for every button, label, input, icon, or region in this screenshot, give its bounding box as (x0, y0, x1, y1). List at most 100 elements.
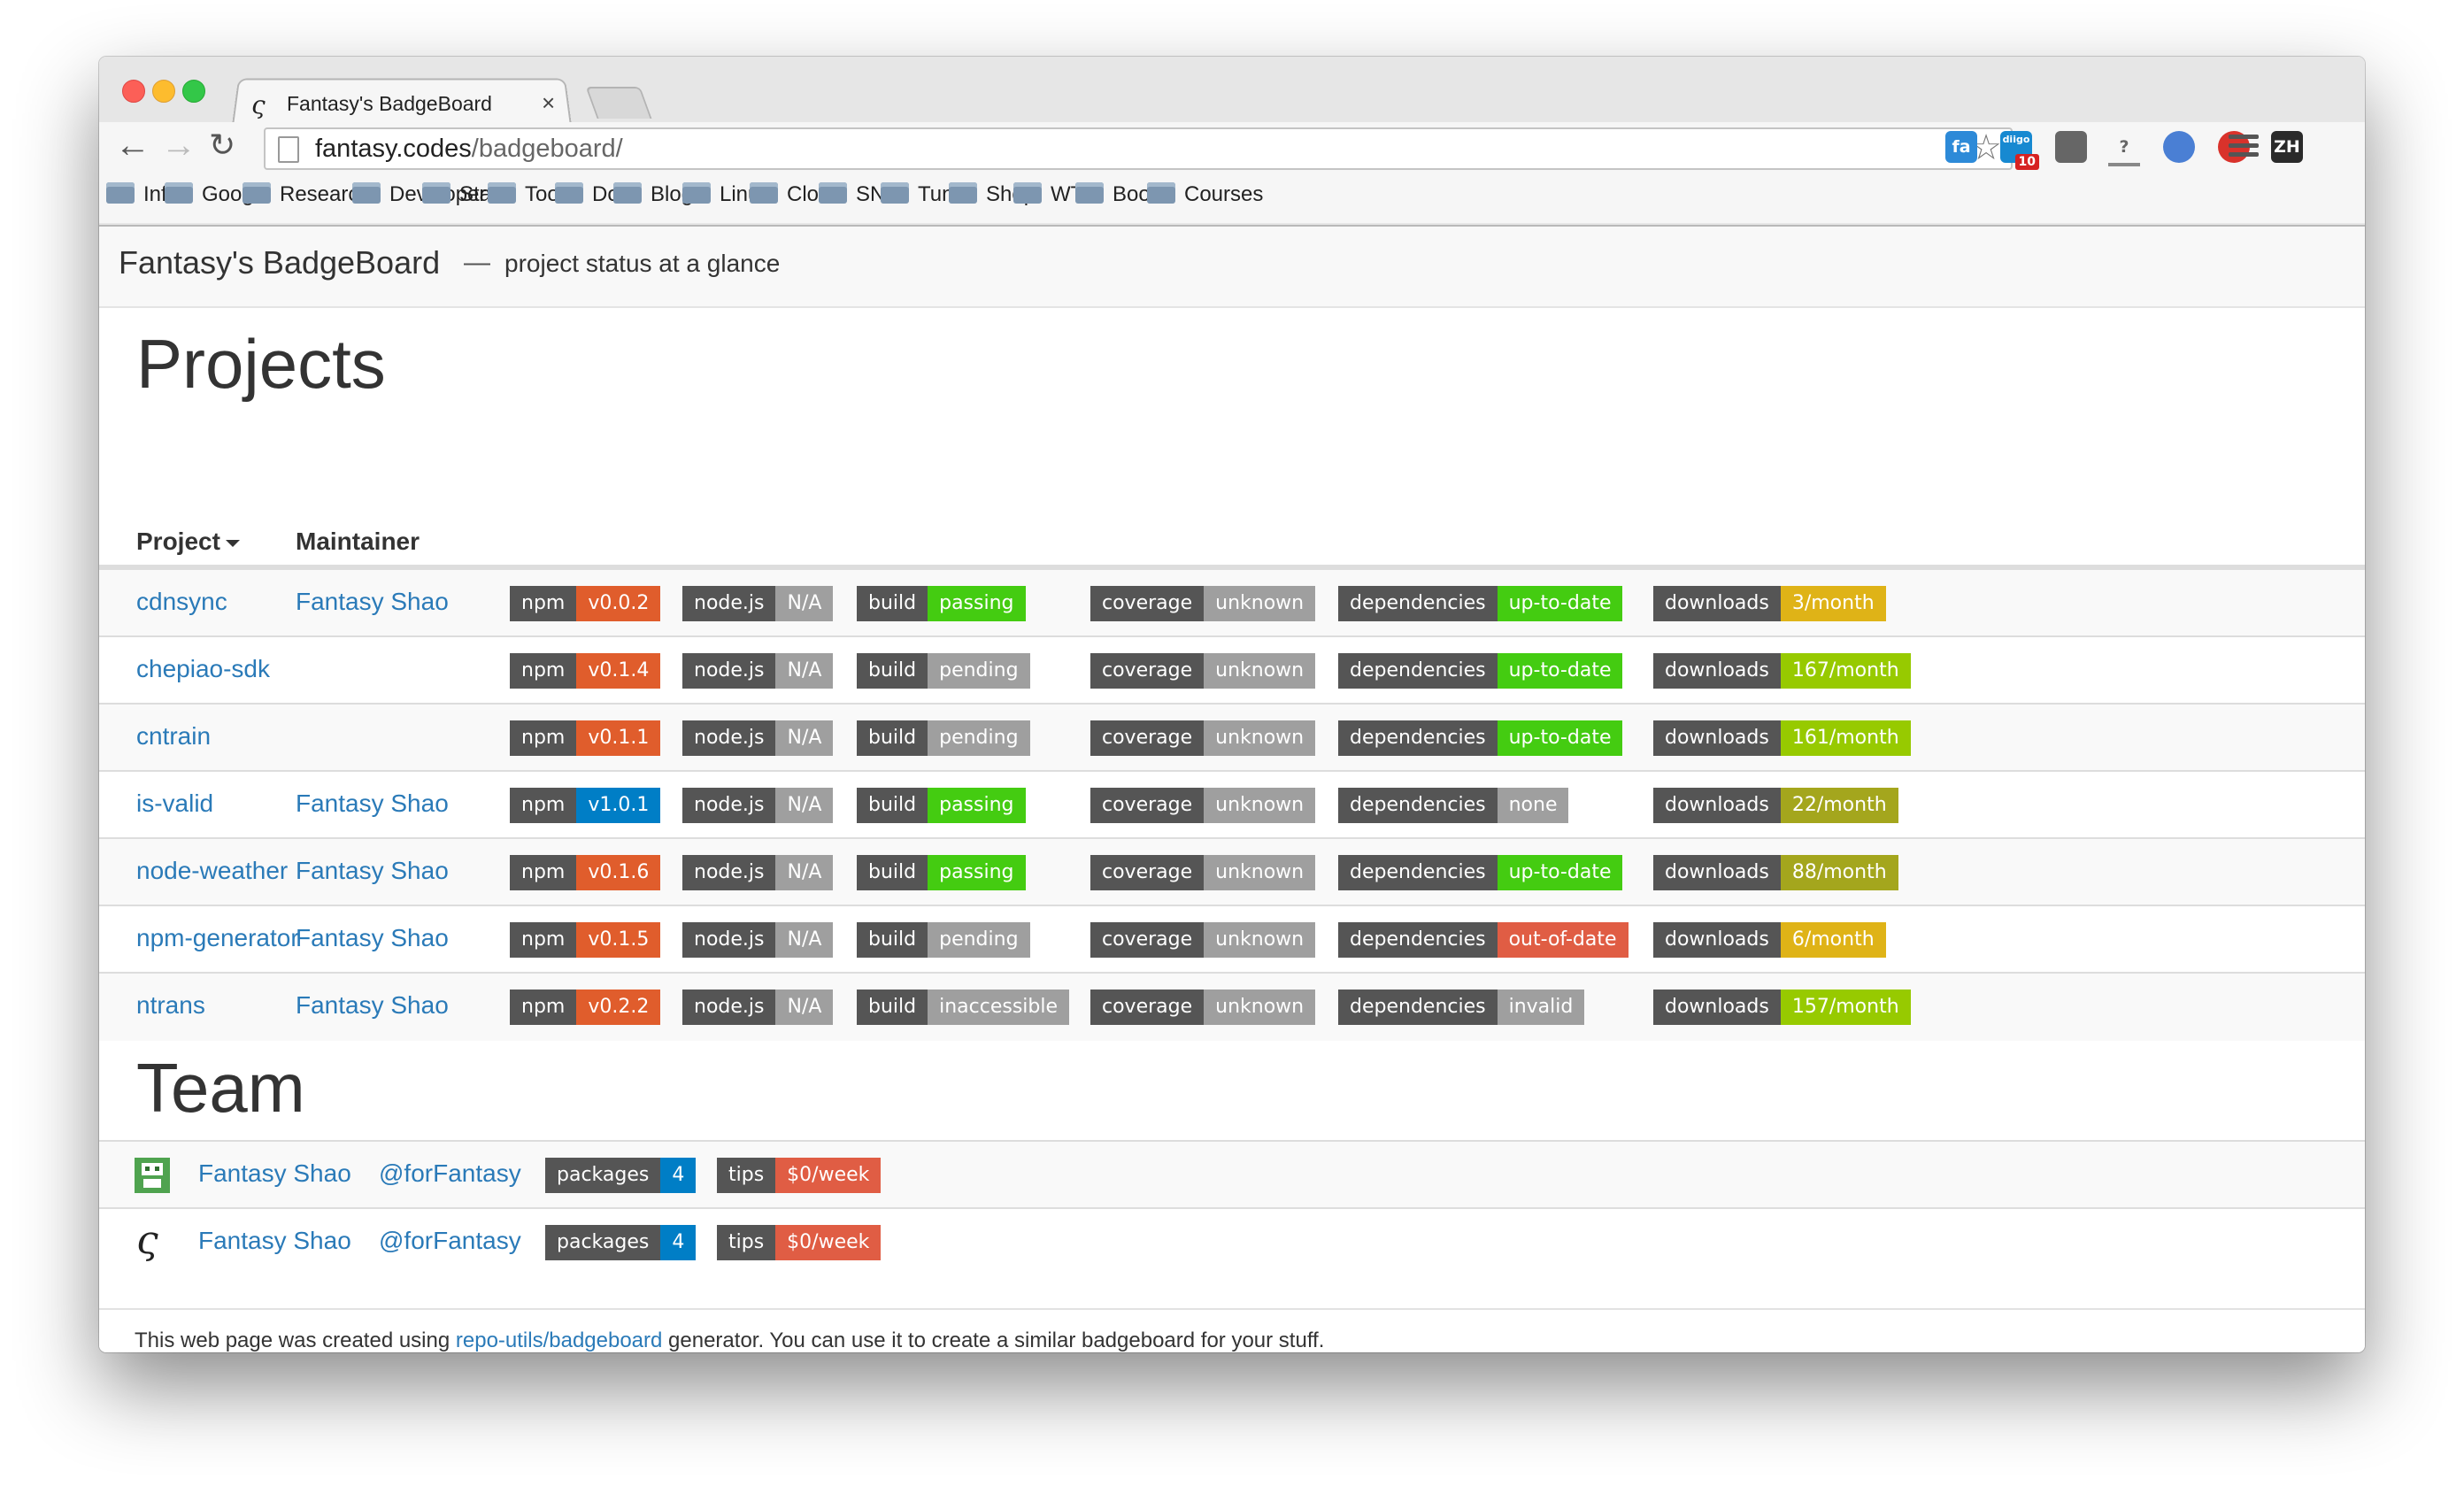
close-window-button[interactable] (122, 80, 145, 103)
globe-icon[interactable] (2163, 131, 2195, 163)
downloads-badge[interactable]: downloads 22/month (1653, 788, 1898, 823)
dependencies-badge-label: dependencies (1338, 586, 1498, 621)
node-badge[interactable]: node.js N/A (682, 788, 834, 823)
npm-badge[interactable]: npm v1.0.1 (510, 788, 661, 823)
project-link[interactable]: cdnsync (136, 588, 227, 616)
help-tray-icon[interactable]: ? (2108, 131, 2140, 166)
chrome-menu-icon[interactable] (2229, 133, 2259, 159)
new-tab-button[interactable] (585, 87, 652, 119)
dependencies-badge[interactable]: dependencies up-to-date (1338, 720, 1623, 756)
folder-icon (819, 181, 847, 204)
build-badge-value: pending (928, 653, 1030, 689)
project-link[interactable]: chepiao-sdk (136, 655, 270, 683)
maintainer-link[interactable]: Fantasy Shao (296, 857, 449, 885)
dependencies-badge[interactable]: dependencies none (1338, 788, 1569, 823)
zh-icon[interactable]: ZH (2271, 131, 2303, 163)
coverage-badge[interactable]: coverage unknown (1090, 788, 1316, 823)
build-badge-label: build (857, 788, 928, 823)
npm-badge[interactable]: npm v0.0.2 (510, 586, 661, 621)
node-badge-value: N/A (775, 653, 834, 689)
npm-badge[interactable]: npm v0.1.6 (510, 855, 661, 890)
project-link[interactable]: cntrain (136, 722, 211, 751)
bookmark-research[interactable]: Research (243, 181, 371, 211)
bookmark-courses[interactable]: Courses (1147, 181, 1263, 211)
footer-text-after: generator. You can use it to create a si… (662, 1328, 1325, 1352)
build-badge[interactable]: build pending (857, 653, 1030, 689)
node-badge[interactable]: node.js N/A (682, 586, 834, 621)
pocket-icon[interactable] (2055, 131, 2087, 163)
project-link[interactable]: node-weather (136, 857, 288, 885)
project-column-header[interactable]: Project (136, 528, 240, 556)
team-handle-link[interactable]: @forFantasy (379, 1227, 521, 1255)
node-badge-value: N/A (775, 855, 834, 890)
packages-badge[interactable]: packages 4 (545, 1225, 697, 1260)
build-badge[interactable]: build pending (857, 922, 1030, 958)
downloads-badge[interactable]: downloads 6/month (1653, 922, 1886, 958)
tab-strip: ς Fantasy's BadgeBoard × (99, 57, 2365, 126)
coverage-badge[interactable]: coverage unknown (1090, 586, 1316, 621)
minimize-window-button[interactable] (152, 80, 175, 103)
reload-icon[interactable]: ↻ (209, 122, 235, 168)
project-link[interactable]: ntrans (136, 991, 205, 1020)
footer-generator-link[interactable]: repo-utils/badgeboard (456, 1328, 663, 1352)
npm-badge[interactable]: npm v0.1.1 (510, 720, 661, 756)
fa-icon[interactable]: fa (1945, 131, 1977, 163)
build-badge[interactable]: build passing (857, 788, 1026, 823)
site-brand[interactable]: Fantasy's BadgeBoard (119, 244, 440, 281)
node-badge[interactable]: node.js N/A (682, 720, 834, 756)
team-member-link[interactable]: Fantasy Shao (198, 1159, 351, 1188)
npm-badge-label: npm (510, 586, 577, 621)
project-link[interactable]: is-valid (136, 789, 213, 818)
build-badge[interactable]: build passing (857, 855, 1026, 890)
downloads-badge-value: 6/month (1780, 922, 1886, 958)
downloads-badge[interactable]: downloads 167/month (1653, 653, 1911, 689)
coverage-badge[interactable]: coverage unknown (1090, 855, 1316, 890)
build-badge[interactable]: build passing (857, 586, 1026, 621)
dependencies-badge[interactable]: dependencies up-to-date (1338, 855, 1623, 890)
coverage-badge[interactable]: coverage unknown (1090, 720, 1316, 756)
team-handle-link[interactable]: @forFantasy (379, 1159, 521, 1188)
dependencies-badge[interactable]: dependencies up-to-date (1338, 653, 1623, 689)
dependencies-badge[interactable]: dependencies out-of-date (1338, 922, 1629, 958)
downloads-badge[interactable]: downloads 157/month (1653, 990, 1911, 1025)
forward-arrow-icon[interactable]: → (161, 122, 196, 168)
downloads-badge[interactable]: downloads 3/month (1653, 586, 1886, 621)
downloads-badge[interactable]: downloads 88/month (1653, 855, 1898, 890)
node-badge[interactable]: node.js N/A (682, 653, 834, 689)
tab-close-icon[interactable]: × (542, 89, 555, 117)
coverage-badge[interactable]: coverage unknown (1090, 922, 1316, 958)
node-badge[interactable]: node.js N/A (682, 855, 834, 890)
address-bar[interactable]: fantasy.codes/badgeboard/ ☆ (264, 127, 2013, 170)
downloads-badge-label: downloads (1653, 586, 1781, 621)
dependencies-badge[interactable]: dependencies invalid (1338, 990, 1585, 1025)
maintainer-link[interactable]: Fantasy Shao (296, 789, 449, 818)
zoom-window-button[interactable] (182, 80, 205, 103)
back-arrow-icon[interactable]: ← (115, 122, 150, 168)
node-badge-value: N/A (775, 788, 834, 823)
team-member-link[interactable]: Fantasy Shao (198, 1227, 351, 1255)
npm-badge[interactable]: npm v0.1.4 (510, 653, 661, 689)
diigo-icon[interactable]: diigo 10 (2000, 131, 2039, 170)
npm-badge-label: npm (510, 653, 577, 689)
dependencies-badge-label: dependencies (1338, 720, 1498, 756)
project-link[interactable]: npm-generator (136, 924, 299, 952)
active-tab[interactable]: ς Fantasy's BadgeBoard × (232, 76, 568, 124)
coverage-badge[interactable]: coverage unknown (1090, 990, 1316, 1025)
packages-badge[interactable]: packages 4 (545, 1158, 697, 1193)
node-badge[interactable]: node.js N/A (682, 922, 834, 958)
maintainer-link[interactable]: Fantasy Shao (296, 991, 449, 1020)
dependencies-badge[interactable]: dependencies up-to-date (1338, 586, 1623, 621)
npm-badge[interactable]: npm v0.2.2 (510, 990, 661, 1025)
coverage-badge[interactable]: coverage unknown (1090, 653, 1316, 689)
downloads-badge[interactable]: downloads 161/month (1653, 720, 1911, 756)
tab-title: Fantasy's BadgeBoard (287, 92, 492, 115)
maintainer-link[interactable]: Fantasy Shao (296, 588, 449, 616)
tips-badge[interactable]: tips $0/week (717, 1225, 882, 1260)
maintainer-link[interactable]: Fantasy Shao (296, 924, 449, 952)
tips-badge[interactable]: tips $0/week (717, 1158, 882, 1193)
build-badge[interactable]: build pending (857, 720, 1030, 756)
node-badge[interactable]: node.js N/A (682, 990, 834, 1025)
npm-badge[interactable]: npm v0.1.5 (510, 922, 661, 958)
dependencies-badge-value: up-to-date (1497, 586, 1623, 621)
build-badge[interactable]: build inaccessible (857, 990, 1070, 1025)
